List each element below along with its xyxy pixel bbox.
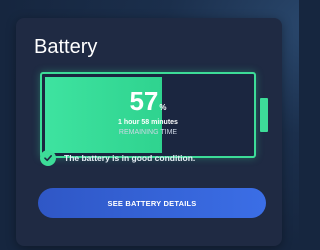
check-circle-icon xyxy=(40,150,56,166)
battery-percentage-unit: % xyxy=(159,103,167,112)
time-remaining-label: REMAINING TIME xyxy=(118,129,178,136)
card-title: Battery xyxy=(34,36,98,58)
battery-readout: 57% 1 hour 58 minutes REMAINING TIME xyxy=(40,72,256,158)
time-remaining-value: 1 hour 58 minutes xyxy=(118,119,178,126)
battery-terminal xyxy=(260,98,268,132)
desktop-background: Battery 57% 1 hour 58 minutes REMAINING … xyxy=(0,0,299,250)
battery-status: The battery is in good condition. xyxy=(40,150,195,166)
battery-card: Battery 57% 1 hour 58 minutes REMAINING … xyxy=(16,18,282,246)
see-battery-details-button[interactable]: SEE BATTERY DETAILS xyxy=(38,188,266,218)
battery-status-text: The battery is in good condition. xyxy=(64,153,196,163)
battery-percentage-value: 57 xyxy=(129,86,159,116)
